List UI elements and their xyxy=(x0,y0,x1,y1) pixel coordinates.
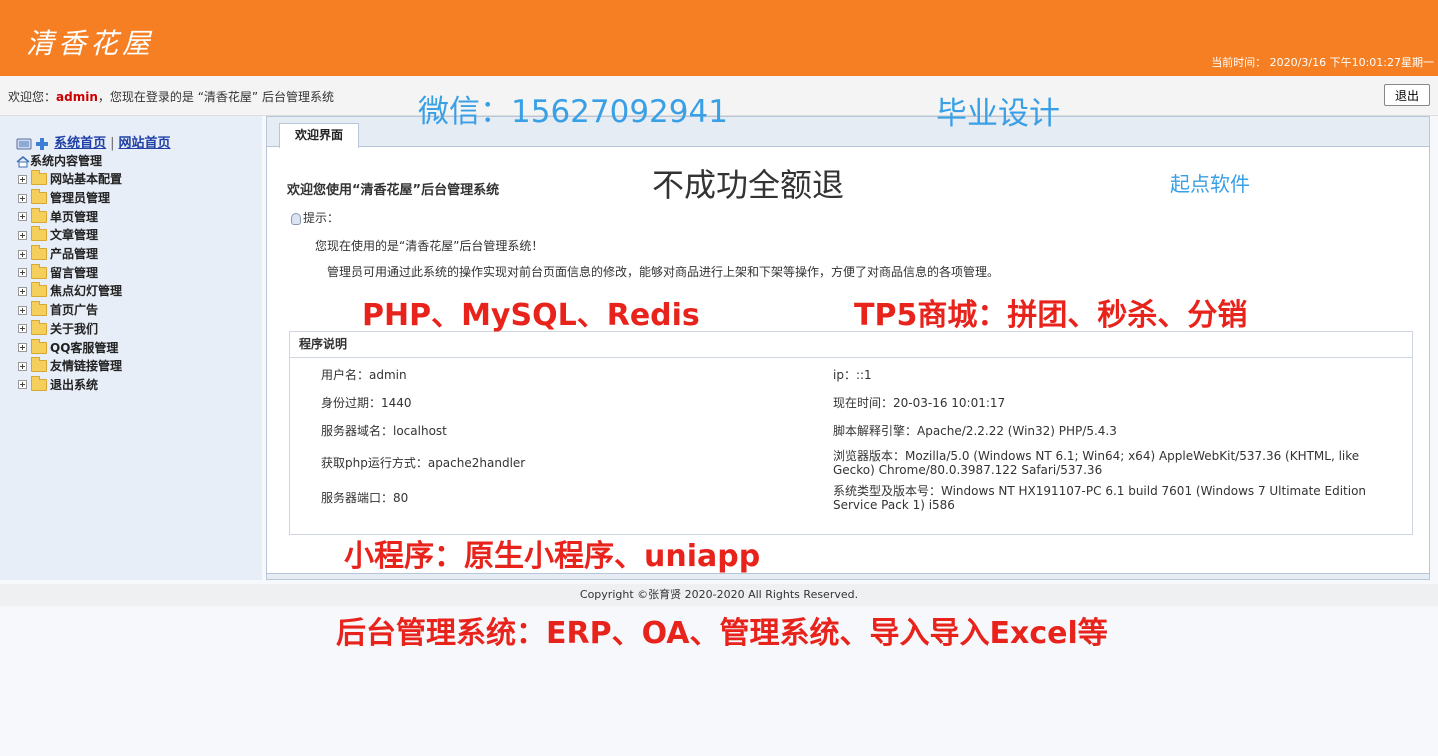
welcome-message: 欢迎您：admin，您现在登录的是 “清香花屋” 后台管理系统 xyxy=(8,88,334,105)
folder-icon xyxy=(31,338,47,354)
info-os-version: 系统类型及版本号：Windows NT HX191107-PC 6.1 buil… xyxy=(833,484,1367,512)
tree-item-slides[interactable]: 焦点幻灯管理 xyxy=(18,282,122,301)
expand-icon[interactable] xyxy=(18,174,27,184)
link-separator: | xyxy=(110,136,115,151)
info-current-time: 现在时间：20-03-16 10:01:17 xyxy=(833,396,1006,410)
folder-icon xyxy=(31,207,47,223)
tree-item-single-page[interactable]: 单页管理 xyxy=(18,207,122,226)
current-time: 当前时间： 2020/3/16 下午10:01:27星期一 xyxy=(1211,56,1434,69)
overlay-backend: 后台管理系统：ERP、OA、管理系统、导入导入Excel等 xyxy=(336,616,1108,651)
expand-icon[interactable] xyxy=(18,305,27,315)
tree-item-label: 友情链接管理 xyxy=(50,359,123,374)
folder-icon xyxy=(31,282,47,298)
tree-item-label: 产品管理 xyxy=(50,247,99,262)
folder-icon xyxy=(31,189,47,205)
tree-item-label: 焦点幻灯管理 xyxy=(50,284,123,299)
tab-welcome[interactable]: 欢迎界面 xyxy=(279,123,359,148)
overlay-graduation: 毕业设计 xyxy=(936,96,1060,132)
tree-item-label: 首页广告 xyxy=(50,303,99,318)
folder-icon xyxy=(31,375,47,391)
welcome-prefix: 欢迎您： xyxy=(8,90,57,104)
site-home-link[interactable]: 网站首页 xyxy=(119,136,171,151)
tip-line-2: 管理员可用通过此系统的操作实现对前台页面信息的修改，能够对商品进行上架和下架等操… xyxy=(327,265,1000,279)
tree-item-admin-manage[interactable]: 管理员管理 xyxy=(18,189,122,208)
overlay-company: 起点软件 xyxy=(1170,172,1250,196)
info-username: 用户名：admin xyxy=(321,368,407,382)
expand-icon[interactable] xyxy=(18,230,27,240)
overlay-refund: 不成功全额退 xyxy=(652,166,845,204)
tree-item-articles[interactable]: 文章管理 xyxy=(18,226,122,245)
tree-list: 网站基本配置 管理员管理 单页管理 文章管理 产品管理 留言管理 焦点幻灯管理 … xyxy=(18,170,122,394)
tree-item-site-config[interactable]: 网站基本配置 xyxy=(18,170,122,189)
tree-root[interactable]: 系统内容管理 xyxy=(16,152,102,169)
expand-icon[interactable] xyxy=(18,380,27,390)
folder-icon xyxy=(31,263,47,279)
info-script-engine: 脚本解释引擎：Apache/2.2.22 (Win32) PHP/5.4.3 xyxy=(833,424,1117,438)
welcome-suffix: ，您现在登录的是 “清香花屋” 后台管理系统 xyxy=(97,90,334,104)
tree-item-label: QQ客服管理 xyxy=(50,340,119,355)
tree-item-label: 管理员管理 xyxy=(50,191,111,206)
info-php-mode: 获取php运行方式：apache2handler xyxy=(321,456,526,470)
program-info-title: 程序说明 xyxy=(290,332,1412,358)
sidebar: 系统首页 | 网站首页 系统内容管理 网站基本配置 管理员管理 单页管理 文章管理 … xyxy=(0,116,262,580)
tree-item-label: 退出系统 xyxy=(50,377,99,392)
system-home-icon xyxy=(16,137,48,150)
overlay-tp5: TP5商城：拼团、秒杀、分销 xyxy=(854,298,1248,333)
folder-icon xyxy=(31,319,47,335)
folder-icon xyxy=(31,245,47,261)
intro-title: 欢迎您使用“清香花屋”后台管理系统 xyxy=(287,183,500,198)
footer-copyright: Copyright ©张育贤 2020-2020 All Rights Rese… xyxy=(0,584,1438,606)
tree-item-home-ads[interactable]: 首页广告 xyxy=(18,301,122,320)
folder-icon xyxy=(31,170,47,186)
overlay-wechat: 微信：15627092941 xyxy=(418,94,728,130)
top-header: 清香花屋 当前时间： 2020/3/16 下午10:01:27星期一 xyxy=(0,0,1438,76)
tree-item-label: 关于我们 xyxy=(50,321,99,336)
username: admin xyxy=(56,90,98,104)
tree-item-products[interactable]: 产品管理 xyxy=(18,245,122,264)
tree-item-label: 网站基本配置 xyxy=(50,172,123,187)
expand-icon[interactable] xyxy=(18,324,27,334)
expand-icon[interactable] xyxy=(18,268,27,278)
tree-item-messages[interactable]: 留言管理 xyxy=(18,263,122,282)
tree-item-label: 留言管理 xyxy=(50,265,99,280)
expand-icon[interactable] xyxy=(18,249,27,259)
home-icon xyxy=(16,155,30,167)
tree-item-label: 单页管理 xyxy=(50,209,99,224)
site-logo: 清香花屋 xyxy=(26,27,155,60)
tree-item-about-us[interactable]: 关于我们 xyxy=(18,319,122,339)
sidebar-quicklinks: 系统首页 | 网站首页 xyxy=(16,132,171,152)
lightbulb-icon xyxy=(291,212,301,225)
info-server-domain: 服务器域名：localhost xyxy=(321,424,447,438)
info-server-port: 服务器端口：80 xyxy=(321,491,409,505)
program-info-box: 程序说明 用户名：admin 身份过期：1440 服务器域名：localhost… xyxy=(289,331,1413,535)
tree-item-qq-service[interactable]: QQ客服管理 xyxy=(18,338,122,357)
tip-heading: 提示： xyxy=(291,209,339,226)
folder-icon xyxy=(31,301,47,317)
tree-item-label: 文章管理 xyxy=(50,228,99,243)
tip-line-1: 您现在使用的是“清香花屋”后台管理系统！ xyxy=(315,239,544,253)
info-session-expiry: 身份过期：1440 xyxy=(321,396,412,410)
system-home-link[interactable]: 系统首页 xyxy=(54,136,106,151)
folder-icon xyxy=(31,357,47,373)
overlay-stack: PHP、MySQL、Redis xyxy=(362,298,700,333)
expand-icon[interactable] xyxy=(18,193,27,203)
info-browser-version: 浏览器版本：Mozilla/5.0 (Windows NT 6.1; Win64… xyxy=(833,449,1360,477)
overlay-miniprogram: 小程序：原生小程序、uniapp xyxy=(344,539,761,574)
expand-icon[interactable] xyxy=(18,361,27,371)
expand-icon[interactable] xyxy=(18,343,27,353)
tree-item-logout[interactable]: 退出系统 xyxy=(18,375,122,395)
logout-button[interactable]: 退出 xyxy=(1384,84,1430,106)
tip-label: 提示： xyxy=(303,211,340,225)
info-ip: ip：::1 xyxy=(833,368,872,382)
expand-icon[interactable] xyxy=(18,212,27,222)
tree-root-label: 系统内容管理 xyxy=(30,154,103,168)
folder-icon xyxy=(31,226,47,242)
expand-icon[interactable] xyxy=(18,286,27,296)
tree-item-friend-links[interactable]: 友情链接管理 xyxy=(18,357,122,376)
main-panel: 欢迎界面 欢迎您使用“清香花屋”后台管理系统 提示： 您现在使用的是“清香花屋”… xyxy=(266,116,1430,580)
